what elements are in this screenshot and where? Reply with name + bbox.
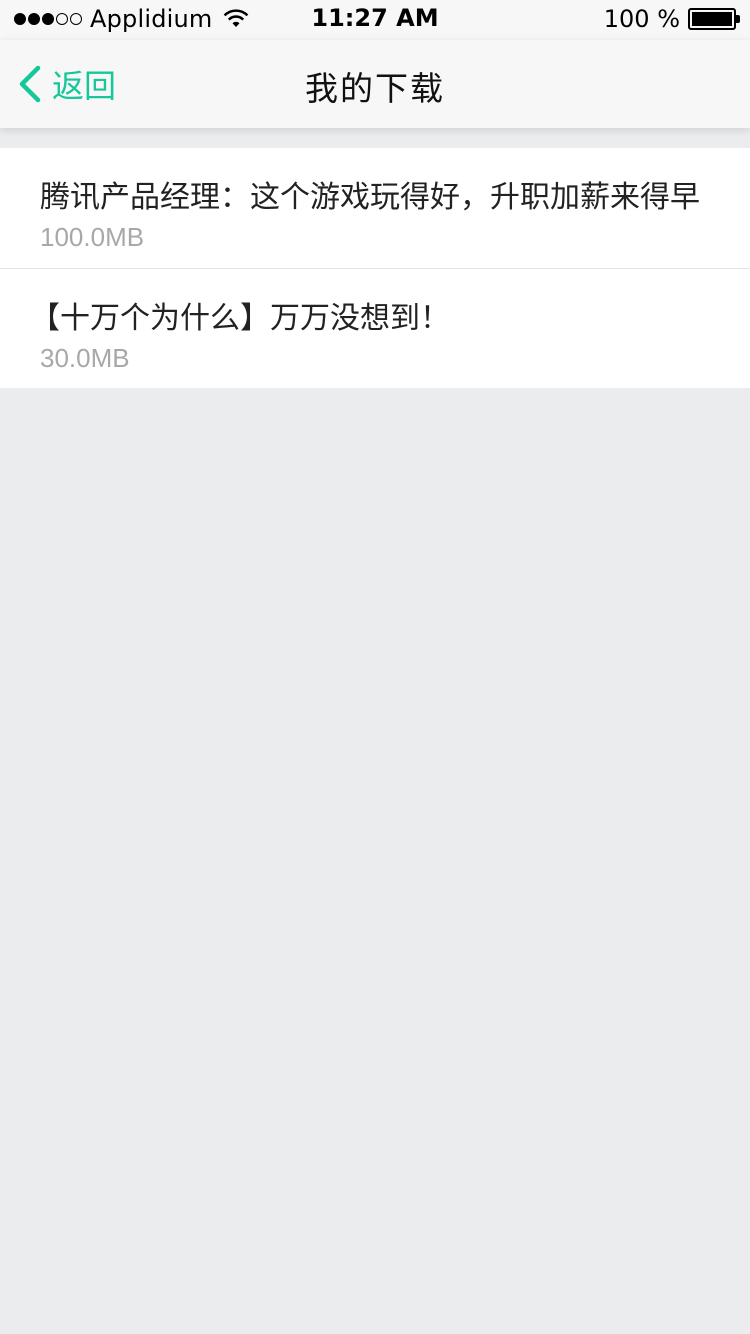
battery-percentage: 100 %: [603, 5, 680, 33]
download-item[interactable]: 腾讯产品经理：这个游戏玩得好，升职加薪来得早 100.0MB: [0, 148, 750, 268]
battery-level: [692, 12, 732, 26]
download-title: 腾讯产品经理：这个游戏玩得好，升职加薪来得早: [40, 180, 700, 215]
status-right: 100 %: [603, 5, 740, 33]
status-bar: Applidium 11:27 AM 100 %: [0, 0, 750, 40]
download-item[interactable]: 【十万个为什么】万万没想到！ 30.0MB: [0, 268, 750, 388]
page-title: 我的下载: [305, 69, 445, 108]
download-size: 30.0MB: [40, 343, 130, 373]
navigation-bar: 返回 我的下载: [0, 40, 750, 128]
battery-icon: [688, 8, 740, 30]
download-title: 【十万个为什么】万万没想到！: [30, 301, 450, 336]
download-size: 100.0MB: [40, 222, 145, 252]
downloads-list: 腾讯产品经理：这个游戏玩得好，升职加薪来得早 100.0MB 【十万个为什么】万…: [0, 148, 750, 388]
